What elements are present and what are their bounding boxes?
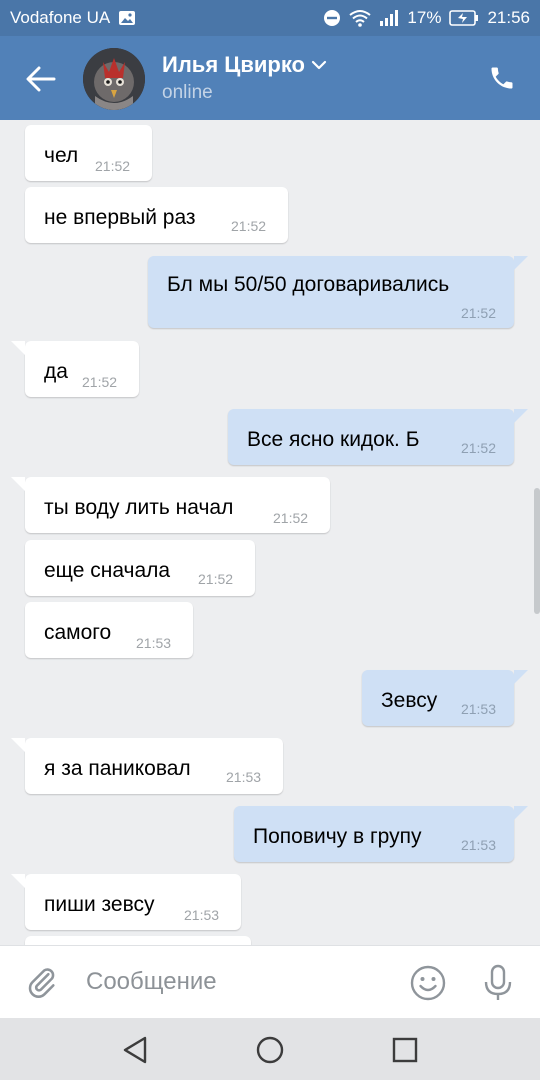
- contact-status: online: [162, 82, 213, 103]
- microphone-icon: [484, 964, 512, 1000]
- message-text: еще сначала: [44, 559, 171, 582]
- message-text: да: [44, 360, 68, 383]
- back-button[interactable]: [20, 58, 62, 100]
- composer: [0, 945, 540, 1018]
- status-bar: Vodafone UA 17% 21:56: [0, 0, 540, 36]
- do-not-disturb-icon: [323, 9, 341, 27]
- nav-back-icon: [123, 1036, 147, 1064]
- message-text: я за паниковал: [44, 757, 191, 780]
- message-text: Поповичу в групу: [253, 825, 422, 848]
- message-time: 21:52: [460, 440, 496, 456]
- voice-message-button[interactable]: [480, 963, 516, 1003]
- avatar[interactable]: [83, 48, 145, 110]
- emoji-button[interactable]: [408, 963, 448, 1003]
- message-bubble[interactable]: пиши зевсу 21:53: [11, 874, 241, 930]
- battery-percent: 17%: [407, 8, 442, 27]
- nav-home-button[interactable]: [252, 1032, 288, 1068]
- clock: 21:56: [487, 8, 530, 27]
- message-bubble[interactable]: Бл мы 50/50 договаривались 21:52: [148, 256, 528, 328]
- message-list[interactable]: чел 21:52 не впервый раз 21:52 Бл мы 50/…: [0, 120, 540, 945]
- message-text: ты воду лить начал: [44, 496, 234, 519]
- scrollbar[interactable]: [534, 488, 540, 614]
- message-time: 21:53: [226, 769, 262, 785]
- image-icon: [118, 10, 136, 26]
- message-bubble[interactable]: Поповичу в групу 21:53: [234, 806, 528, 862]
- paperclip-icon: [28, 968, 55, 998]
- contact-name-button[interactable]: Илья Цвирко: [162, 52, 327, 78]
- message-bubble[interactable]: да 21:52: [11, 341, 139, 397]
- attach-button[interactable]: [22, 962, 62, 1002]
- contact-name: Илья Цвирко: [162, 52, 305, 77]
- signal-icon: [379, 10, 399, 26]
- message-bubble[interactable]: Все ясно кидок. Б 21:52: [228, 409, 528, 465]
- nav-recents-icon: [392, 1037, 418, 1063]
- message-time: 21:52: [273, 510, 309, 526]
- message-bubble[interactable]: ты воду лить начал 21:52: [11, 477, 330, 533]
- message-time: 21:53: [460, 701, 496, 717]
- message-bubble-partial[interactable]: [25, 936, 251, 945]
- message-time: 21:52: [231, 218, 267, 234]
- chevron-down-icon: [311, 60, 327, 70]
- message-time: 21:53: [184, 907, 220, 923]
- message-text: Бл мы 50/50 договаривались: [167, 273, 450, 296]
- carrier-label: Vodafone UA: [10, 8, 111, 27]
- message-time: 21:52: [95, 158, 131, 174]
- message-text: самого: [44, 621, 112, 644]
- message-time: 21:52: [460, 305, 496, 321]
- message-text: пиши зевсу: [44, 893, 155, 916]
- message-time: 21:53: [136, 635, 172, 651]
- message-bubble[interactable]: чел 21:52: [25, 125, 152, 181]
- message-text: не впервый раз: [44, 206, 196, 229]
- nav-recents-button[interactable]: [387, 1032, 423, 1068]
- message-text: чел: [44, 144, 79, 167]
- message-bubble[interactable]: я за паниковал 21:53: [11, 738, 283, 794]
- nav-back-button[interactable]: [117, 1032, 153, 1068]
- message-bubble[interactable]: самого 21:53: [25, 602, 193, 658]
- message-time: 21:52: [82, 374, 118, 390]
- emoji-icon: [410, 965, 446, 1001]
- wifi-icon: [349, 9, 372, 27]
- message-input[interactable]: [86, 962, 386, 1002]
- message-text: Все ясно кидок. Б: [247, 428, 420, 451]
- message-bubble[interactable]: не впервый раз 21:52: [25, 187, 288, 243]
- message-time: 21:53: [460, 837, 496, 853]
- message-time: 21:52: [198, 571, 234, 587]
- message-bubble[interactable]: Зевсу 21:53: [362, 670, 528, 726]
- nav-home-icon: [256, 1036, 284, 1064]
- message-bubble[interactable]: еще сначала 21:52: [25, 540, 255, 596]
- chat-header: Илья Цвирко online: [0, 36, 540, 120]
- back-arrow-icon: [26, 66, 56, 92]
- message-text: Зевсу: [381, 689, 438, 712]
- battery-charging-icon: [449, 10, 479, 26]
- phone-icon: [491, 67, 513, 89]
- android-nav-bar: [0, 1018, 540, 1080]
- call-button[interactable]: [484, 60, 520, 96]
